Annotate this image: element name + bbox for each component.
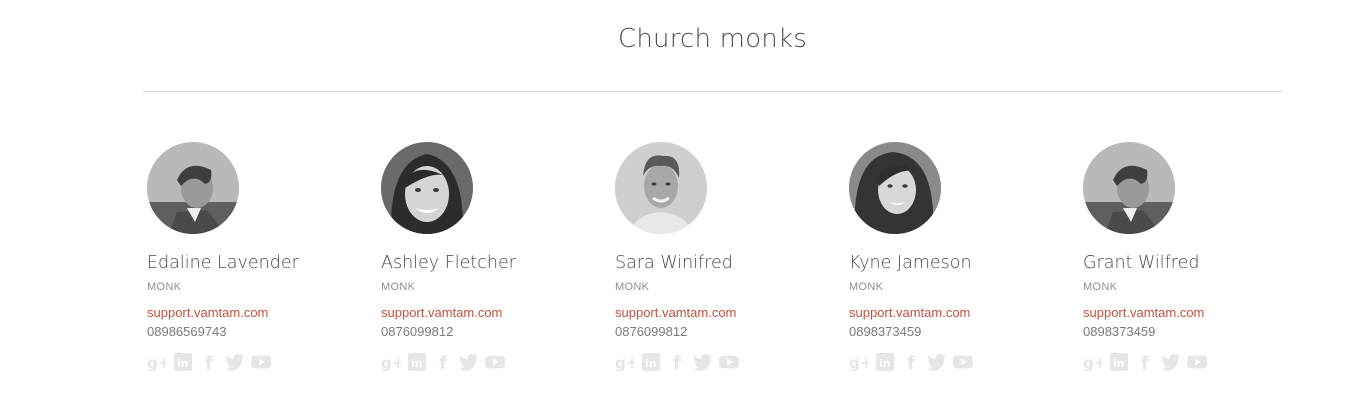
member-avatar: [147, 142, 239, 234]
twitter-icon[interactable]: [927, 353, 947, 371]
youtube-icon[interactable]: [251, 353, 271, 371]
member-name: Edaline Lavender: [147, 253, 299, 273]
team-member-card: Grant Wilfred MONK support.vamtam.com 08…: [1083, 142, 1303, 371]
linkedin-icon[interactable]: in: [1109, 353, 1129, 371]
member-phone: 0898373459: [849, 324, 922, 339]
svg-text:f: f: [673, 353, 681, 371]
svg-text:g+: g+: [1083, 354, 1103, 371]
member-avatar: [381, 142, 473, 234]
member-role: MONK: [849, 281, 884, 293]
social-links: g+ in f: [615, 353, 835, 371]
youtube-icon[interactable]: [719, 353, 739, 371]
facebook-icon[interactable]: f: [667, 353, 687, 371]
member-name: Ashley Fletcher: [381, 253, 516, 273]
member-name: Kyne Jameson: [849, 253, 972, 273]
svg-text:f: f: [907, 353, 915, 371]
svg-text:in: in: [177, 357, 189, 370]
twitter-icon[interactable]: [1161, 353, 1181, 371]
google-plus-icon[interactable]: g+: [849, 353, 869, 371]
google-plus-icon[interactable]: g+: [1083, 353, 1103, 371]
member-email-link[interactable]: support.vamtam.com: [615, 305, 835, 320]
youtube-icon[interactable]: [485, 353, 505, 371]
team-member-card: Sara Winifred MONK support.vamtam.com 08…: [615, 142, 835, 371]
social-links: g+ in f: [849, 353, 1069, 371]
member-avatar: [1083, 142, 1175, 234]
member-role: MONK: [381, 281, 416, 293]
member-role: MONK: [147, 281, 182, 293]
member-email-link[interactable]: support.vamtam.com: [147, 305, 367, 320]
twitter-icon[interactable]: [693, 353, 713, 371]
team-member-card: Ashley Fletcher MONK support.vamtam.com …: [381, 142, 601, 371]
facebook-icon[interactable]: f: [433, 353, 453, 371]
member-role: MONK: [615, 281, 650, 293]
member-phone: 0876099812: [381, 324, 454, 339]
svg-text:in: in: [1113, 357, 1125, 370]
social-links: g+ in f: [147, 353, 367, 371]
youtube-icon[interactable]: [953, 353, 973, 371]
member-email-link[interactable]: support.vamtam.com: [1083, 305, 1303, 320]
member-role: MONK: [1083, 281, 1118, 293]
svg-text:in: in: [645, 357, 657, 370]
svg-text:g+: g+: [147, 354, 167, 371]
member-email-link[interactable]: support.vamtam.com: [381, 305, 601, 320]
google-plus-icon[interactable]: g+: [381, 353, 401, 371]
social-links: g+ in f: [381, 353, 601, 371]
member-phone: 0876099812: [615, 324, 688, 339]
section-title: Church monks: [618, 24, 807, 54]
member-avatar: [615, 142, 707, 234]
svg-text:f: f: [439, 353, 447, 371]
google-plus-icon[interactable]: g+: [147, 353, 167, 371]
linkedin-icon[interactable]: in: [641, 353, 661, 371]
team-member-card: Edaline Lavender MONK support.vamtam.com…: [147, 142, 367, 371]
svg-text:f: f: [205, 353, 213, 371]
svg-text:f: f: [1141, 353, 1149, 371]
facebook-icon[interactable]: f: [901, 353, 921, 371]
member-phone: 0898373459: [1083, 324, 1156, 339]
svg-text:in: in: [411, 357, 423, 370]
facebook-icon[interactable]: f: [199, 353, 219, 371]
social-links: g+ in f: [1083, 353, 1303, 371]
member-phone: 08986569743: [147, 324, 227, 339]
google-plus-icon[interactable]: g+: [615, 353, 635, 371]
svg-text:g+: g+: [381, 354, 401, 371]
team-member-card: Kyne Jameson MONK support.vamtam.com 089…: [849, 142, 1069, 371]
member-name: Grant Wilfred: [1083, 253, 1200, 273]
member-email-link[interactable]: support.vamtam.com: [849, 305, 1069, 320]
linkedin-icon[interactable]: in: [875, 353, 895, 371]
svg-text:in: in: [879, 357, 891, 370]
divider: [143, 91, 1283, 92]
facebook-icon[interactable]: f: [1135, 353, 1155, 371]
linkedin-icon[interactable]: in: [407, 353, 427, 371]
member-name: Sara Winifred: [615, 253, 733, 273]
svg-text:g+: g+: [849, 354, 869, 371]
youtube-icon[interactable]: [1187, 353, 1207, 371]
member-avatar: [849, 142, 941, 234]
svg-text:g+: g+: [615, 354, 635, 371]
twitter-icon[interactable]: [225, 353, 245, 371]
twitter-icon[interactable]: [459, 353, 479, 371]
linkedin-icon[interactable]: in: [173, 353, 193, 371]
